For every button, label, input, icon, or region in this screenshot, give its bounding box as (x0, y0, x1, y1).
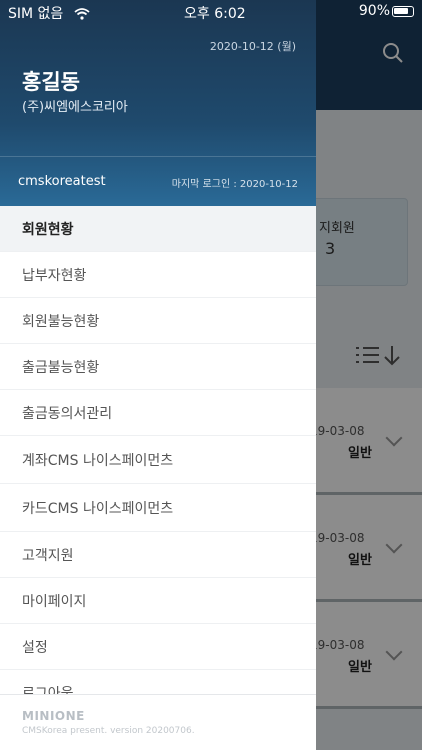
menu-item-withdrawal-failure[interactable]: 출금불능현황 (0, 344, 316, 390)
header-divider (0, 156, 316, 157)
carrier-text: SIM 없음 (8, 6, 64, 22)
menu-item-account-cms[interactable]: 계좌CMS 나이스페이먼츠 (0, 436, 316, 484)
drawer-footer: MINIONE CMSKorea present. version 202007… (0, 694, 316, 750)
company-name: (주)씨엠에스코리아 (22, 100, 128, 115)
battery-fill (394, 8, 408, 14)
battery-percent: 90% (358, 3, 390, 19)
menu-item-card-cms[interactable]: 카드CMS 나이스페이먼츠 (0, 484, 316, 532)
menu-item-my-page[interactable]: 마이페이지 (0, 578, 316, 624)
menu-item-payer-status[interactable]: 납부자현황 (0, 252, 316, 298)
navigation-drawer: 2020-10-12 (월) 홍길동 (주)씨엠에스코리아 cmskoreate… (0, 0, 316, 750)
current-date: 2020-10-12 (월) (209, 40, 296, 53)
status-bar: SIM 없음 오후 6:02 90% (0, 0, 422, 24)
version-text: CMSKorea present. version 20200706. (22, 726, 195, 736)
menu-item-settings[interactable]: 설정 (0, 624, 316, 670)
drawer-header: 2020-10-12 (월) 홍길동 (주)씨엠에스코리아 cmskoreate… (0, 0, 316, 206)
last-login: 마지막 로그인 : 2020-10-12 (171, 179, 298, 190)
drawer-menu: 회원현황 납부자현황 회원불능현황 출금불능현황 출금동의서관리 계좌CMS 나… (0, 206, 316, 716)
wifi-icon (74, 8, 90, 20)
user-name: 홍길동 (22, 70, 80, 94)
menu-item-member-failure[interactable]: 회원불능현황 (0, 298, 316, 344)
battery-icon (392, 6, 414, 17)
carrier-status: SIM 없음 (8, 3, 90, 23)
user-id: cmskoreatest (18, 174, 106, 189)
menu-item-consent-management[interactable]: 출금동의서관리 (0, 390, 316, 436)
menu-item-member-status[interactable]: 회원현황 (0, 206, 316, 252)
menu-item-customer-support[interactable]: 고객지원 (0, 532, 316, 578)
clock: 오후 6:02 (184, 6, 246, 22)
minione-logo: MINIONE (22, 709, 85, 723)
